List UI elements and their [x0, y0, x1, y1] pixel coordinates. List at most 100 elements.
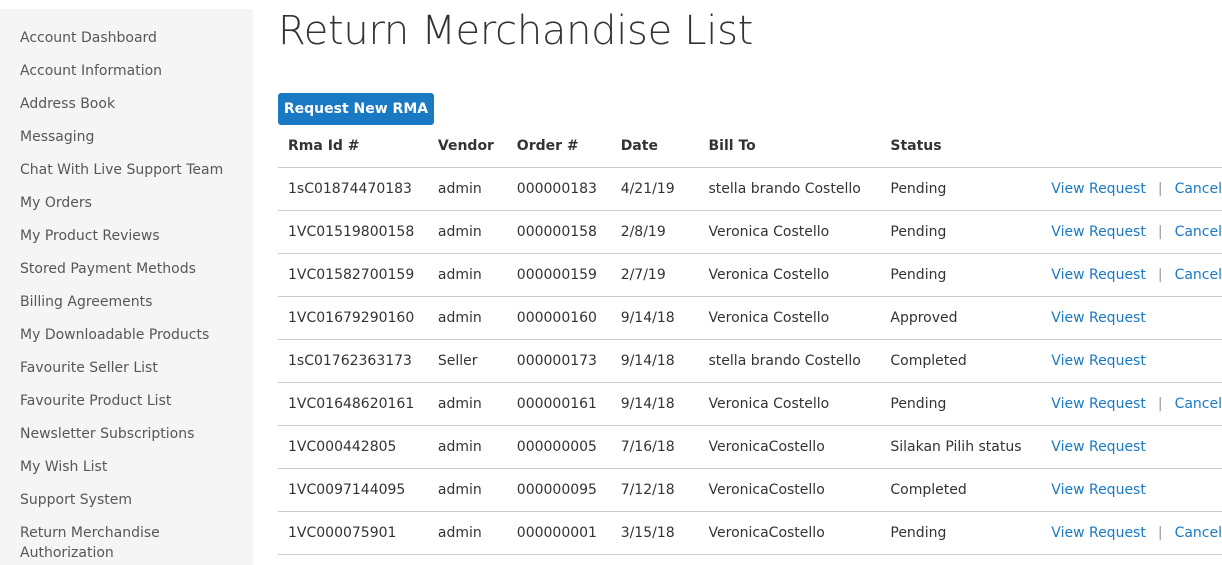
table-row: 1VC01648620161 admin 000000161 9/14/18 Veron…: [278, 382, 1222, 426]
rma-id-cell: 1sC01874470183: [278, 167, 428, 211]
status-cell: Pending: [880, 382, 1039, 426]
order-number-cell: 000000159: [506, 253, 611, 297]
bill-to-cell: Veronica Costello: [698, 210, 881, 254]
order-number-cell: 000000160: [506, 296, 611, 340]
rma-id-cell: 1VC01648620161: [278, 382, 428, 426]
table-row: 1VC01582700159 admin 000000159 2/7/19 Veroni…: [278, 253, 1222, 297]
action-separator: |: [1157, 224, 1163, 240]
date-cell: 7/16/18: [610, 425, 699, 469]
vendor-cell: Seller: [427, 339, 507, 383]
date-cell: 3/15/18: [610, 511, 699, 555]
sidebar-item-favourite-seller-list[interactable]: Favourite Seller List: [20, 358, 240, 378]
cancel-request-link[interactable]: Cancel: [1175, 525, 1222, 541]
bill-to-cell: Veronica Costello: [698, 253, 881, 297]
view-request-link[interactable]: View Request: [1051, 482, 1146, 498]
actions-cell: View Request | Cancel: [1038, 253, 1222, 297]
sidebar-item-wish-list[interactable]: My Wish List: [20, 457, 240, 477]
actions-cell: View Request | Cancel: [1038, 382, 1222, 426]
status-cell: Pending: [880, 210, 1039, 254]
bill-to-cell: stella brando Costello: [698, 167, 881, 211]
cancel-request-link[interactable]: Cancel: [1175, 181, 1222, 197]
action-separator: |: [1157, 396, 1163, 412]
actions-cell: View Request | Cancel: [1038, 511, 1222, 555]
cancel-request-link[interactable]: Cancel: [1175, 267, 1222, 283]
rma-id-cell: 1sC01762363173: [278, 339, 428, 383]
vendor-cell: admin: [427, 468, 507, 512]
table-row: 1sC01874470183 admin 000000183 4/21/19 stell…: [278, 167, 1222, 211]
order-number-cell: 000000005: [506, 425, 611, 469]
actions-cell: View Request: [1038, 339, 1222, 383]
bill-to-cell: stella brando Costello: [698, 339, 881, 383]
status-cell: Completed: [880, 468, 1039, 512]
actions-cell: View Request | Cancel: [1038, 210, 1222, 254]
rma-id-cell: 1VC01679290160: [278, 296, 428, 340]
column-header-actions: [1038, 124, 1222, 168]
sidebar-item-downloadable-products[interactable]: My Downloadable Products: [20, 325, 240, 345]
vendor-cell: admin: [427, 253, 507, 297]
view-request-link[interactable]: View Request: [1051, 181, 1146, 197]
vendor-cell: admin: [427, 425, 507, 469]
status-cell: Approved: [880, 296, 1039, 340]
sidebar-item-newsletter-subscriptions[interactable]: Newsletter Subscriptions: [20, 424, 240, 444]
column-header-order: Order #: [506, 124, 611, 168]
date-cell: 9/14/18: [610, 339, 699, 383]
view-request-link[interactable]: View Request: [1051, 525, 1146, 541]
sidebar-item-stored-payment-methods[interactable]: Stored Payment Methods: [20, 259, 240, 279]
vendor-cell: admin: [427, 511, 507, 555]
sidebar-item-my-orders[interactable]: My Orders: [20, 193, 240, 213]
view-request-link[interactable]: View Request: [1051, 224, 1146, 240]
table-row: 1VC01519800158 admin 000000158 2/8/19 Veroni…: [278, 210, 1222, 254]
rma-id-cell: 1VC000442805: [278, 425, 428, 469]
rma-id-cell: 1VC01519800158: [278, 210, 428, 254]
sidebar-item-account-information[interactable]: Account Information: [20, 61, 240, 81]
vendor-cell: admin: [427, 210, 507, 254]
rma-table: Rma Id # Vendor Order # Date Bill To Sta…: [278, 124, 1222, 555]
order-number-cell: 000000158: [506, 210, 611, 254]
action-separator: |: [1157, 181, 1163, 197]
status-cell: Silakan Pilih status: [880, 425, 1039, 469]
vendor-cell: admin: [427, 167, 507, 211]
sidebar-item-support-system[interactable]: Support System: [20, 490, 240, 510]
status-cell: Pending: [880, 167, 1039, 211]
order-number-cell: 000000161: [506, 382, 611, 426]
action-separator: |: [1157, 267, 1163, 283]
table-row: 1VC01679290160 admin 000000160 9/14/18 Veron…: [278, 296, 1222, 340]
page-title: Return Merchandise List: [278, 8, 754, 54]
sidebar-item-return-merchandise-authorization[interactable]: Return Merchandise Authorization: [20, 523, 240, 563]
bill-to-cell: VeronicaCostello: [698, 468, 881, 512]
column-header-bill-to: Bill To: [698, 124, 881, 168]
status-cell: Pending: [880, 253, 1039, 297]
status-cell: Pending: [880, 511, 1039, 555]
date-cell: 4/21/19: [610, 167, 699, 211]
view-request-link[interactable]: View Request: [1051, 439, 1146, 455]
sidebar-item-favourite-product-list[interactable]: Favourite Product List: [20, 391, 240, 411]
actions-cell: View Request | Cancel: [1038, 167, 1222, 211]
order-number-cell: 000000095: [506, 468, 611, 512]
view-request-link[interactable]: View Request: [1051, 353, 1146, 369]
sidebar-item-account-dashboard[interactable]: Account Dashboard: [20, 28, 240, 48]
table-header-row: Rma Id # Vendor Order # Date Bill To Sta…: [278, 124, 1222, 168]
bill-to-cell: VeronicaCostello: [698, 511, 881, 555]
column-header-date: Date: [610, 124, 699, 168]
cancel-request-link[interactable]: Cancel: [1175, 224, 1222, 240]
sidebar-item-live-support-chat[interactable]: Chat With Live Support Team: [20, 160, 240, 180]
request-new-rma-button[interactable]: Request New RMA: [278, 93, 434, 125]
bill-to-cell: Veronica Costello: [698, 296, 881, 340]
column-header-vendor: Vendor: [427, 124, 507, 168]
sidebar-item-messaging[interactable]: Messaging: [20, 127, 240, 147]
sidebar-item-product-reviews[interactable]: My Product Reviews: [20, 226, 240, 246]
table-row: 1VC000075901 admin 000000001 3/15/18 Veronic…: [278, 511, 1222, 555]
rma-id-cell: 1VC0097144095: [278, 468, 428, 512]
date-cell: 9/14/18: [610, 296, 699, 340]
vendor-cell: admin: [427, 382, 507, 426]
account-sidebar: Account Dashboard Account Information Ad…: [0, 9, 253, 565]
view-request-link[interactable]: View Request: [1051, 396, 1146, 412]
date-cell: 2/7/19: [610, 253, 699, 297]
view-request-link[interactable]: View Request: [1051, 267, 1146, 283]
sidebar-item-billing-agreements[interactable]: Billing Agreements: [20, 292, 240, 312]
rma-id-cell: 1VC000075901: [278, 511, 428, 555]
cancel-request-link[interactable]: Cancel: [1175, 396, 1222, 412]
sidebar-item-address-book[interactable]: Address Book: [20, 94, 240, 114]
view-request-link[interactable]: View Request: [1051, 310, 1146, 326]
date-cell: 9/14/18: [610, 382, 699, 426]
